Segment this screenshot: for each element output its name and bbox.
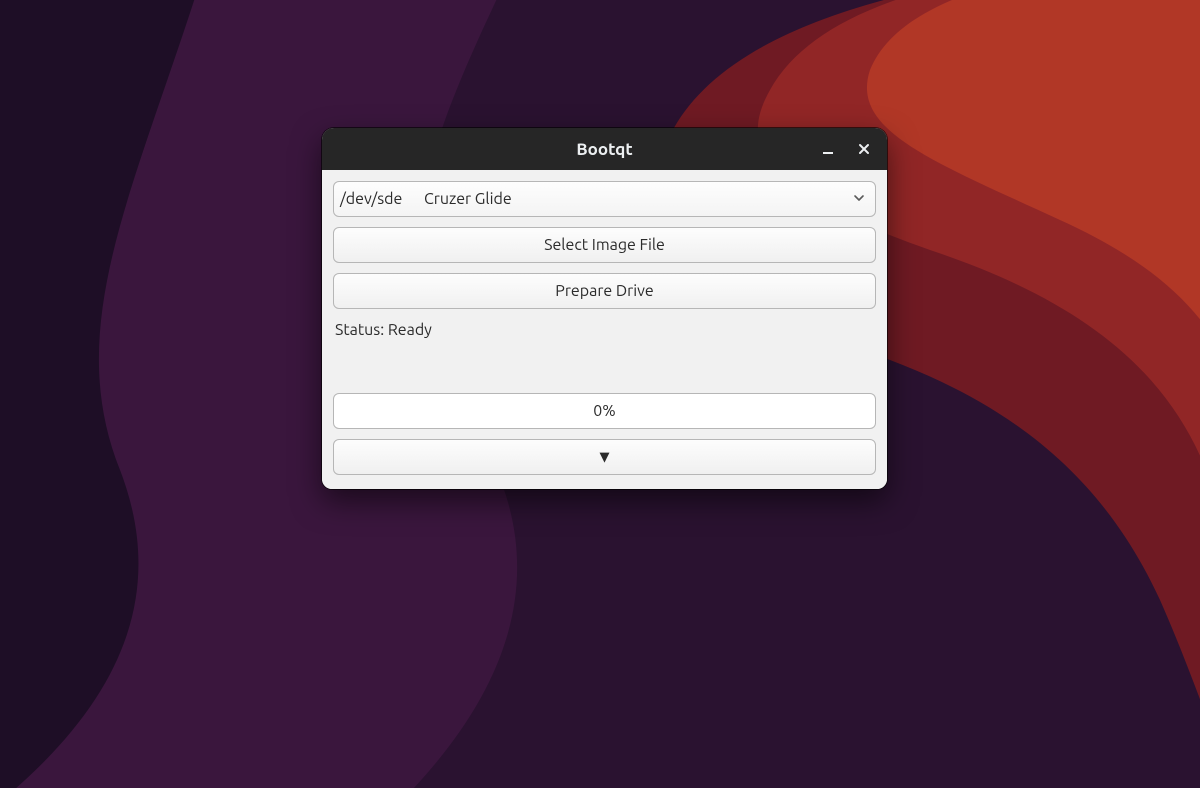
- expand-button[interactable]: ▼: [333, 439, 876, 475]
- prepare-drive-label: Prepare Drive: [555, 282, 653, 300]
- desktop-background: Bootqt /dev/sde Cruzer Glide: [0, 0, 1200, 788]
- window-body: /dev/sde Cruzer Glide Select Image File …: [322, 170, 887, 489]
- minimize-icon: [822, 143, 834, 155]
- drive-name: Cruzer Glide: [424, 190, 512, 208]
- close-button[interactable]: [849, 134, 879, 164]
- progress-label: 0%: [593, 402, 615, 420]
- window-controls: [813, 128, 879, 170]
- window-title: Bootqt: [576, 140, 632, 159]
- select-image-button[interactable]: Select Image File: [333, 227, 876, 263]
- app-window: Bootqt /dev/sde Cruzer Glide: [322, 128, 887, 489]
- minimize-button[interactable]: [813, 134, 843, 164]
- chevron-down-icon: [853, 190, 865, 208]
- status-text: Status: Ready: [333, 319, 876, 383]
- select-image-label: Select Image File: [544, 236, 665, 254]
- drive-device-path: /dev/sde: [340, 190, 424, 208]
- progress-bar: 0%: [333, 393, 876, 429]
- titlebar[interactable]: Bootqt: [322, 128, 887, 170]
- prepare-drive-button[interactable]: Prepare Drive: [333, 273, 876, 309]
- chevron-down-icon: ▼: [600, 451, 610, 464]
- close-icon: [858, 143, 870, 155]
- drive-select[interactable]: /dev/sde Cruzer Glide: [333, 181, 876, 217]
